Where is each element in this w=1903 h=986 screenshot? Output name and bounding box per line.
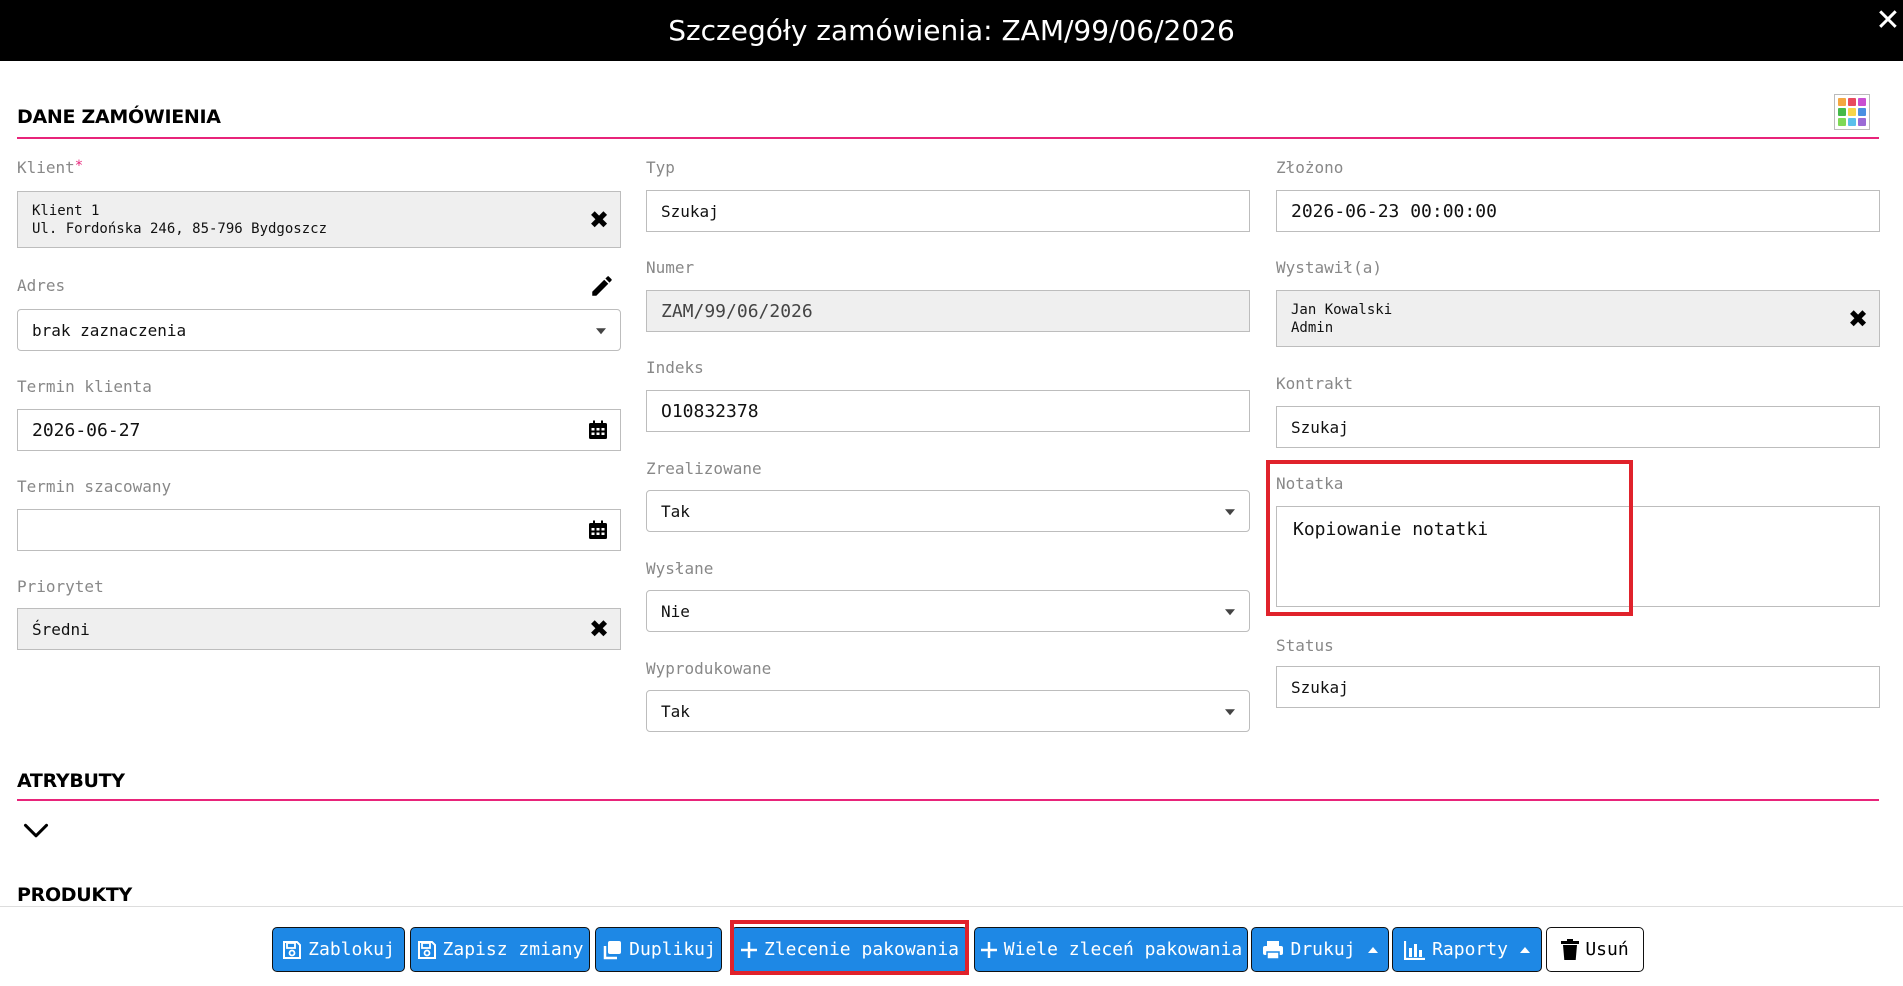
realized-value: Tak <box>661 501 690 521</box>
number-value: ZAM/99/06/2026 <box>661 300 813 322</box>
client-deadline-value: 2026-06-27 <box>32 419 141 441</box>
plus-icon <box>740 941 757 958</box>
chevron-down-icon <box>1225 709 1235 716</box>
remove-icon[interactable]: ✖ <box>1845 305 1871 333</box>
duplicate-button[interactable]: Duplikuj <box>595 927 722 972</box>
calendar-icon[interactable] <box>588 420 608 440</box>
reports-label: Raporty <box>1432 939 1508 960</box>
block-button[interactable]: Zablokuj <box>272 927 405 972</box>
sent-label: Wysłane <box>646 559 714 578</box>
note-textarea[interactable] <box>1276 506 1880 607</box>
status-input[interactable]: Szukaj <box>1276 666 1880 708</box>
reports-button[interactable]: Raporty <box>1392 927 1542 972</box>
client-deadline-input[interactable]: 2026-06-27 <box>17 409 621 451</box>
note-label: Notatka <box>1276 474 1344 493</box>
print-label: Drukuj <box>1290 939 1356 960</box>
chevron-down-icon <box>1225 509 1235 516</box>
window-titlebar: Szczegóły zamówienia: ZAM/99/06/2026 ✕ <box>0 0 1903 61</box>
duplicate-icon <box>603 940 622 959</box>
chevron-down-icon <box>596 328 606 335</box>
chart-icon <box>1404 940 1426 960</box>
number-field: ZAM/99/06/2026 <box>646 290 1250 332</box>
produced-value: Tak <box>661 701 690 721</box>
client-deadline-label: Termin klienta <box>17 377 152 396</box>
client-address: Ul. Fordońska 246, 85-796 Bydgoszcz <box>32 220 328 237</box>
status-label: Status <box>1276 636 1334 655</box>
packing-order-button[interactable]: Zlecenie pakowania <box>731 927 968 972</box>
index-value: O10832378 <box>661 400 759 422</box>
trash-icon <box>1561 938 1580 960</box>
address-label: Adres <box>17 276 66 295</box>
duplicate-label: Duplikuj <box>629 939 716 960</box>
save-icon <box>283 940 302 959</box>
index-input[interactable]: O10832378 <box>646 390 1250 432</box>
close-icon[interactable]: ✕ <box>1873 6 1903 36</box>
client-label: Klient* <box>17 158 83 177</box>
remove-icon[interactable]: ✖ <box>586 206 612 234</box>
priority-field[interactable]: Średni ✖ <box>17 608 621 650</box>
issued-by-field[interactable]: Jan Kowalski Admin ✖ <box>1276 290 1880 347</box>
issued-by-label: Wystawił(a) <box>1276 258 1382 277</box>
type-value: Szukaj <box>661 201 719 221</box>
priority-value: Średni <box>32 619 90 639</box>
multi-packing-order-button[interactable]: Wiele zleceń pakowania <box>974 927 1248 972</box>
contract-value: Szukaj <box>1291 417 1349 437</box>
address-value: brak zaznaczenia <box>32 320 187 340</box>
pencil-icon[interactable] <box>589 273 615 299</box>
section-divider <box>17 137 1879 139</box>
estimated-deadline-label: Termin szacowany <box>17 477 172 496</box>
caret-up-icon <box>1519 946 1530 953</box>
placed-label: Złożono <box>1276 158 1344 177</box>
calendar-icon[interactable] <box>588 520 608 540</box>
plus-icon <box>980 941 997 958</box>
client-field[interactable]: Klient 1 Ul. Fordońska 246, 85-796 Bydgo… <box>17 191 621 248</box>
placed-value: 2026-06-23 00:00:00 <box>1291 200 1497 222</box>
section-title-products: PRODUKTY <box>17 884 132 906</box>
address-select[interactable]: brak zaznaczenia <box>17 309 621 351</box>
grid-icon[interactable] <box>1834 94 1870 130</box>
section-title-order: DANE ZAMÓWIENIA <box>17 106 221 128</box>
save-icon <box>417 940 436 959</box>
multi-packing-order-label: Wiele zleceń pakowania <box>1003 939 1243 960</box>
produced-select[interactable]: Tak <box>646 690 1250 732</box>
save-changes-button[interactable]: Zapisz zmiany <box>410 927 590 972</box>
realized-label: Zrealizowane <box>646 459 762 478</box>
window-title: Szczegóły zamówienia: ZAM/99/06/2026 <box>668 14 1235 47</box>
save-changes-label: Zapisz zmiany <box>442 939 584 960</box>
contract-input[interactable]: Szukaj <box>1276 406 1880 448</box>
required-mark: * <box>74 158 84 174</box>
issued-by-name: Jan Kowalski <box>1291 301 1393 318</box>
chevron-down-icon <box>1225 609 1235 616</box>
block-label: Zablokuj <box>308 939 395 960</box>
remove-icon[interactable]: ✖ <box>586 615 612 643</box>
client-label-text: Klient <box>17 158 75 177</box>
type-input[interactable]: Szukaj <box>646 190 1250 232</box>
sent-value: Nie <box>661 601 690 621</box>
chevron-down-icon[interactable] <box>22 816 50 844</box>
index-label: Indeks <box>646 358 704 377</box>
print-icon <box>1263 940 1284 960</box>
sent-select[interactable]: Nie <box>646 590 1250 632</box>
status-value: Szukaj <box>1291 677 1349 697</box>
packing-order-label: Zlecenie pakowania <box>763 939 960 960</box>
number-label: Numer <box>646 258 695 277</box>
section-title-attributes: ATRYBUTY <box>17 770 125 792</box>
issued-by-role: Admin <box>1291 319 1334 336</box>
estimated-deadline-input[interactable] <box>17 509 621 551</box>
type-label: Typ <box>646 158 675 177</box>
realized-select[interactable]: Tak <box>646 490 1250 532</box>
contract-label: Kontrakt <box>1276 374 1354 393</box>
client-name: Klient 1 <box>32 202 100 219</box>
placed-input[interactable]: 2026-06-23 00:00:00 <box>1276 190 1880 232</box>
priority-label: Priorytet <box>17 577 104 596</box>
print-button[interactable]: Drukuj <box>1251 927 1389 972</box>
delete-button[interactable]: Usuń <box>1546 927 1644 972</box>
delete-label: Usuń <box>1585 939 1629 960</box>
produced-label: Wyprodukowane <box>646 659 772 678</box>
footer-divider <box>0 906 1903 907</box>
section-divider <box>17 799 1879 801</box>
caret-up-icon <box>1367 946 1378 953</box>
